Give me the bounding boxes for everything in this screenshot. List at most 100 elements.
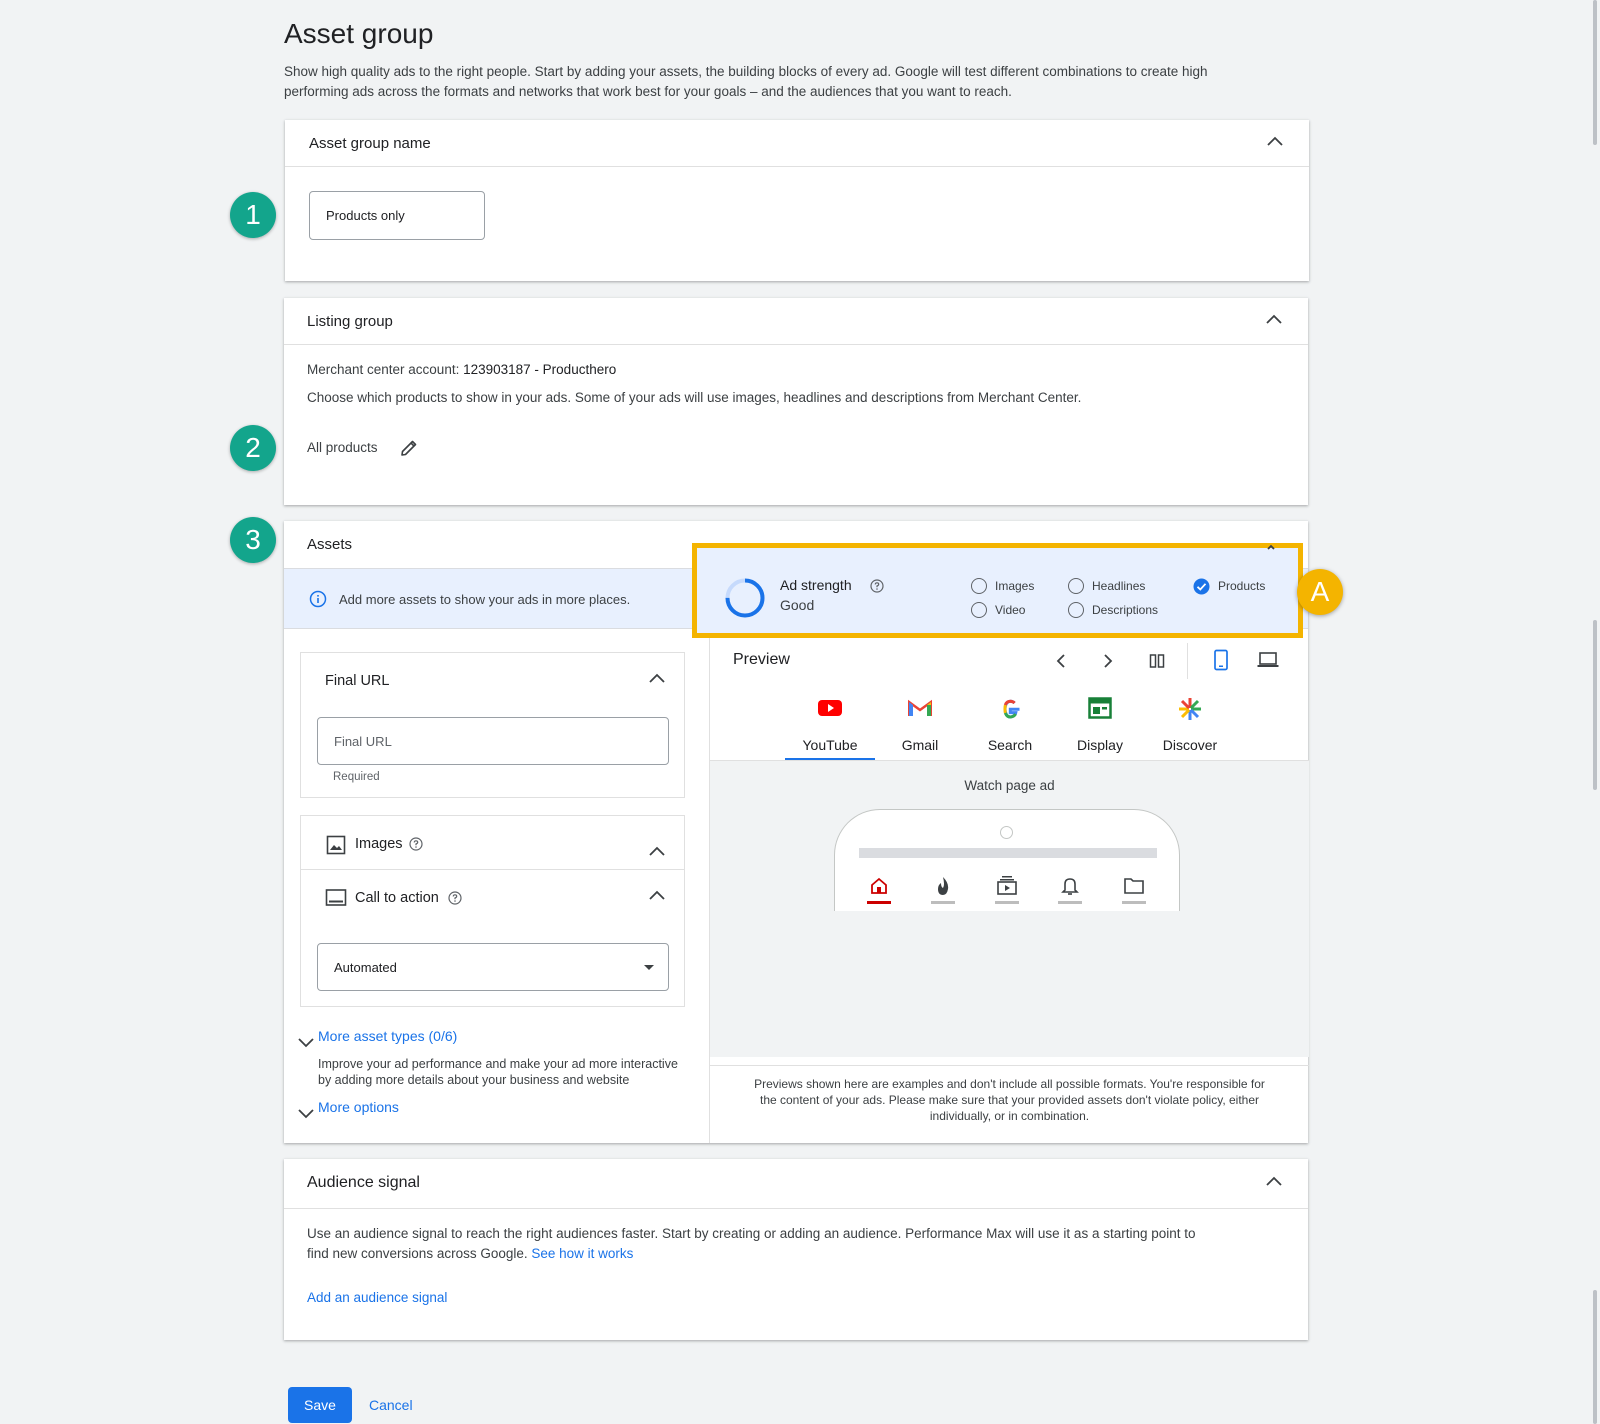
asset-group-name-header[interactable]: Asset group name (285, 120, 1309, 167)
preview-panel: Preview YouTube Gmail Search Display Dis… (709, 629, 1309, 1143)
cta-select-value: Automated (334, 960, 397, 975)
final-url-section: Final URL Final URL Required (300, 652, 685, 798)
tab-youtube-label: YouTube (802, 737, 858, 753)
checklist-video-radio (971, 602, 987, 618)
library-underline (1122, 901, 1146, 904)
ad-strength-panel: Ad strength Good Images Video Headlines … (692, 543, 1303, 638)
chevron-left-icon[interactable] (1056, 654, 1066, 673)
chevron-down-icon[interactable] (298, 1035, 314, 1053)
cta-select[interactable]: Automated (317, 943, 669, 991)
asset-group-name-card: Asset group name Products only (285, 120, 1309, 281)
bell-underline (1058, 901, 1082, 904)
asset-group-name-title: Asset group name (309, 135, 431, 152)
chevron-up-icon[interactable] (649, 673, 665, 687)
audience-signal-title: Audience signal (307, 1174, 420, 1191)
images-section[interactable]: Images (300, 815, 685, 870)
checklist-descriptions-radio (1068, 602, 1084, 618)
final-url-input[interactable]: Final URL (317, 717, 669, 765)
preview-disclaimer-line1: Previews shown here are examples and don… (754, 1077, 1265, 1091)
more-asset-types-link[interactable]: More asset types (0/6) (318, 1028, 457, 1044)
cta-title: Call to action (355, 890, 439, 906)
audience-signal-text-1: Use an audience signal to reach the righ… (307, 1226, 1196, 1241)
help-icon[interactable] (870, 579, 884, 598)
cancel-button[interactable]: Cancel (369, 1397, 413, 1413)
asset-group-name-input[interactable]: Products only (309, 191, 485, 240)
checklist-images-radio (971, 578, 987, 594)
preview-canvas: Watch page ad (710, 760, 1309, 1057)
final-url-title: Final URL (325, 673, 390, 689)
audience-signal-text-2: find new conversions across Google. (307, 1246, 528, 1261)
info-icon (309, 590, 327, 613)
step-badge-3: 3 (230, 517, 276, 563)
checklist-images-label: Images (995, 579, 1035, 593)
chevron-up-icon[interactable] (1266, 1176, 1282, 1190)
audience-signal-header[interactable]: Audience signal (284, 1159, 1308, 1209)
mobile-device-icon[interactable] (1213, 649, 1229, 676)
cta-icon (325, 888, 347, 913)
images-title: Images (355, 836, 403, 852)
tab-gmail-label: Gmail (901, 737, 939, 753)
trending-underline (931, 901, 955, 904)
help-icon[interactable] (448, 891, 462, 910)
subscriptions-underline (995, 901, 1019, 904)
preview-title: Preview (733, 651, 790, 668)
check-circle-icon (1193, 578, 1210, 600)
save-button-label: Save (304, 1397, 336, 1413)
see-how-it-works-link[interactable]: See how it works (531, 1246, 633, 1261)
assets-info-text: Add more assets to show your ads in more… (339, 592, 631, 607)
scrollbar-thumb-3 (1593, 1290, 1597, 1424)
preview-disclaimer: Previews shown here are examples and don… (710, 1065, 1309, 1124)
tab-search[interactable]: Search (965, 689, 1055, 759)
desktop-device-icon[interactable] (1257, 651, 1279, 674)
call-to-action-section: Call to action Automated (300, 869, 685, 1007)
chevron-up-icon[interactable] (649, 890, 665, 904)
audience-signal-card: Audience signal Use an audience signal t… (284, 1159, 1308, 1340)
chevron-up-icon[interactable] (1266, 314, 1282, 328)
checklist-descriptions-label: Descriptions (1092, 603, 1159, 617)
checklist-video-label: Video (995, 603, 1026, 617)
final-url-helper: Required (333, 771, 380, 783)
more-options-link[interactable]: More options (318, 1099, 399, 1115)
split-view-icon[interactable] (1149, 653, 1165, 674)
home-icon (869, 876, 889, 901)
scrollbar-track[interactable] (1590, 0, 1600, 1424)
checklist-headlines-label: Headlines (1092, 579, 1146, 593)
chevron-down-icon[interactable] (298, 1106, 314, 1124)
checklist-products-label: Products (1218, 579, 1266, 593)
chevron-up-icon[interactable] (1263, 537, 1279, 555)
ad-strength-ring (724, 577, 766, 624)
checklist-headlines-radio (1068, 578, 1084, 594)
scrollbar-thumb-2 (1593, 620, 1597, 790)
chevron-up-icon[interactable] (1267, 136, 1283, 150)
merchant-account-label: Merchant center account: (307, 362, 460, 377)
listing-group-card: Listing group Merchant center account: 1… (284, 298, 1308, 505)
final-url-placeholder: Final URL (334, 734, 392, 749)
step-badge-1: 1 (230, 192, 276, 238)
youtube-icon (818, 699, 842, 722)
scrollbar-thumb[interactable] (1593, 0, 1597, 145)
merchant-account-row: Merchant center account: 123903187 - Pro… (307, 362, 616, 377)
subscriptions-icon (996, 876, 1018, 901)
page-description-line2: performing ads across the formats and ne… (284, 84, 1012, 99)
add-audience-signal-link[interactable]: Add an audience signal (307, 1290, 447, 1305)
preview-disclaimer-line2: the content of your ads. Please make sur… (759, 1093, 1259, 1107)
tab-youtube[interactable]: YouTube (785, 689, 875, 760)
listing-group-selection: All products (307, 440, 378, 455)
callout-badge-a: A (1297, 569, 1343, 615)
tab-display-label: Display (1077, 737, 1123, 753)
tab-discover[interactable]: Discover (1145, 689, 1235, 759)
tab-search-label: Search (987, 737, 1033, 753)
edit-pencil-icon[interactable] (399, 438, 419, 463)
tab-display[interactable]: Display (1055, 689, 1145, 759)
help-icon[interactable] (409, 837, 423, 856)
chevron-up-icon[interactable] (649, 846, 665, 860)
tab-gmail[interactable]: Gmail (875, 689, 965, 759)
listing-group-header[interactable]: Listing group (284, 298, 1308, 345)
chevron-right-icon[interactable] (1103, 654, 1113, 673)
image-icon (326, 835, 346, 860)
preview-divider (1187, 643, 1188, 679)
discover-icon (1178, 697, 1202, 726)
bell-icon (1061, 876, 1079, 901)
save-button[interactable]: Save (288, 1387, 352, 1423)
asset-group-name-value: Products only (326, 208, 405, 223)
